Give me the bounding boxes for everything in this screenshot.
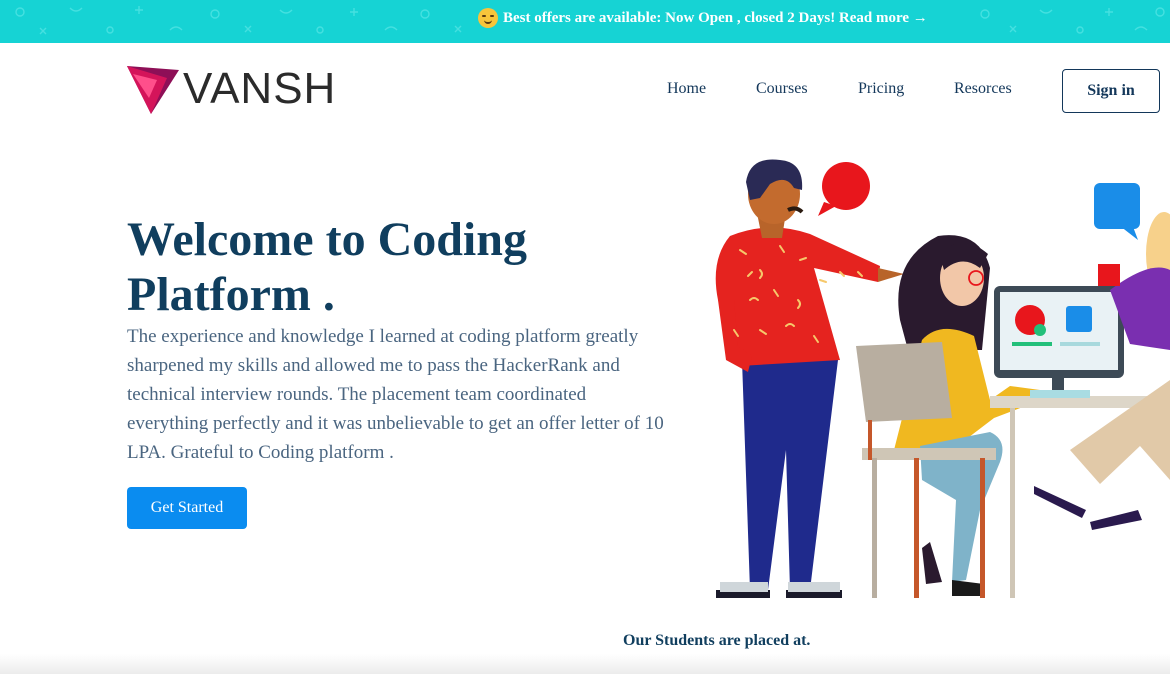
nav-home[interactable]: Home [667, 80, 706, 98]
nav-pricing[interactable]: Pricing [858, 80, 904, 98]
hero-title: Welcome to Coding Platform . [127, 213, 527, 321]
hero-description: The experience and knowledge I learned a… [127, 326, 664, 463]
brand-logo[interactable]: VANSH [127, 64, 336, 114]
nav-resources[interactable]: Resorces [954, 80, 1012, 98]
get-started-button[interactable]: Get Started [127, 487, 247, 529]
banner-text-wrap[interactable]: Best offers are available: Now Open , cl… [478, 8, 928, 28]
grinning-face-icon [478, 8, 498, 28]
red-speech-bubble-icon [818, 162, 870, 216]
hero-illustration [715, 159, 1170, 598]
offer-banner[interactable]: Best offers are available: Now Open , cl… [0, 0, 1170, 43]
placement-heading: Our Students are placed at. [623, 632, 811, 649]
sign-in-button[interactable]: Sign in [1062, 69, 1160, 113]
banner-message[interactable]: Best offers are available: Now Open , cl… [503, 10, 928, 27]
logo-wordmark: VANSH [183, 64, 337, 113]
blue-speech-bubble-icon [1094, 183, 1140, 240]
vansh-logo-icon [127, 66, 179, 114]
nav-courses[interactable]: Courses [756, 80, 808, 98]
section-divider [0, 654, 1170, 674]
